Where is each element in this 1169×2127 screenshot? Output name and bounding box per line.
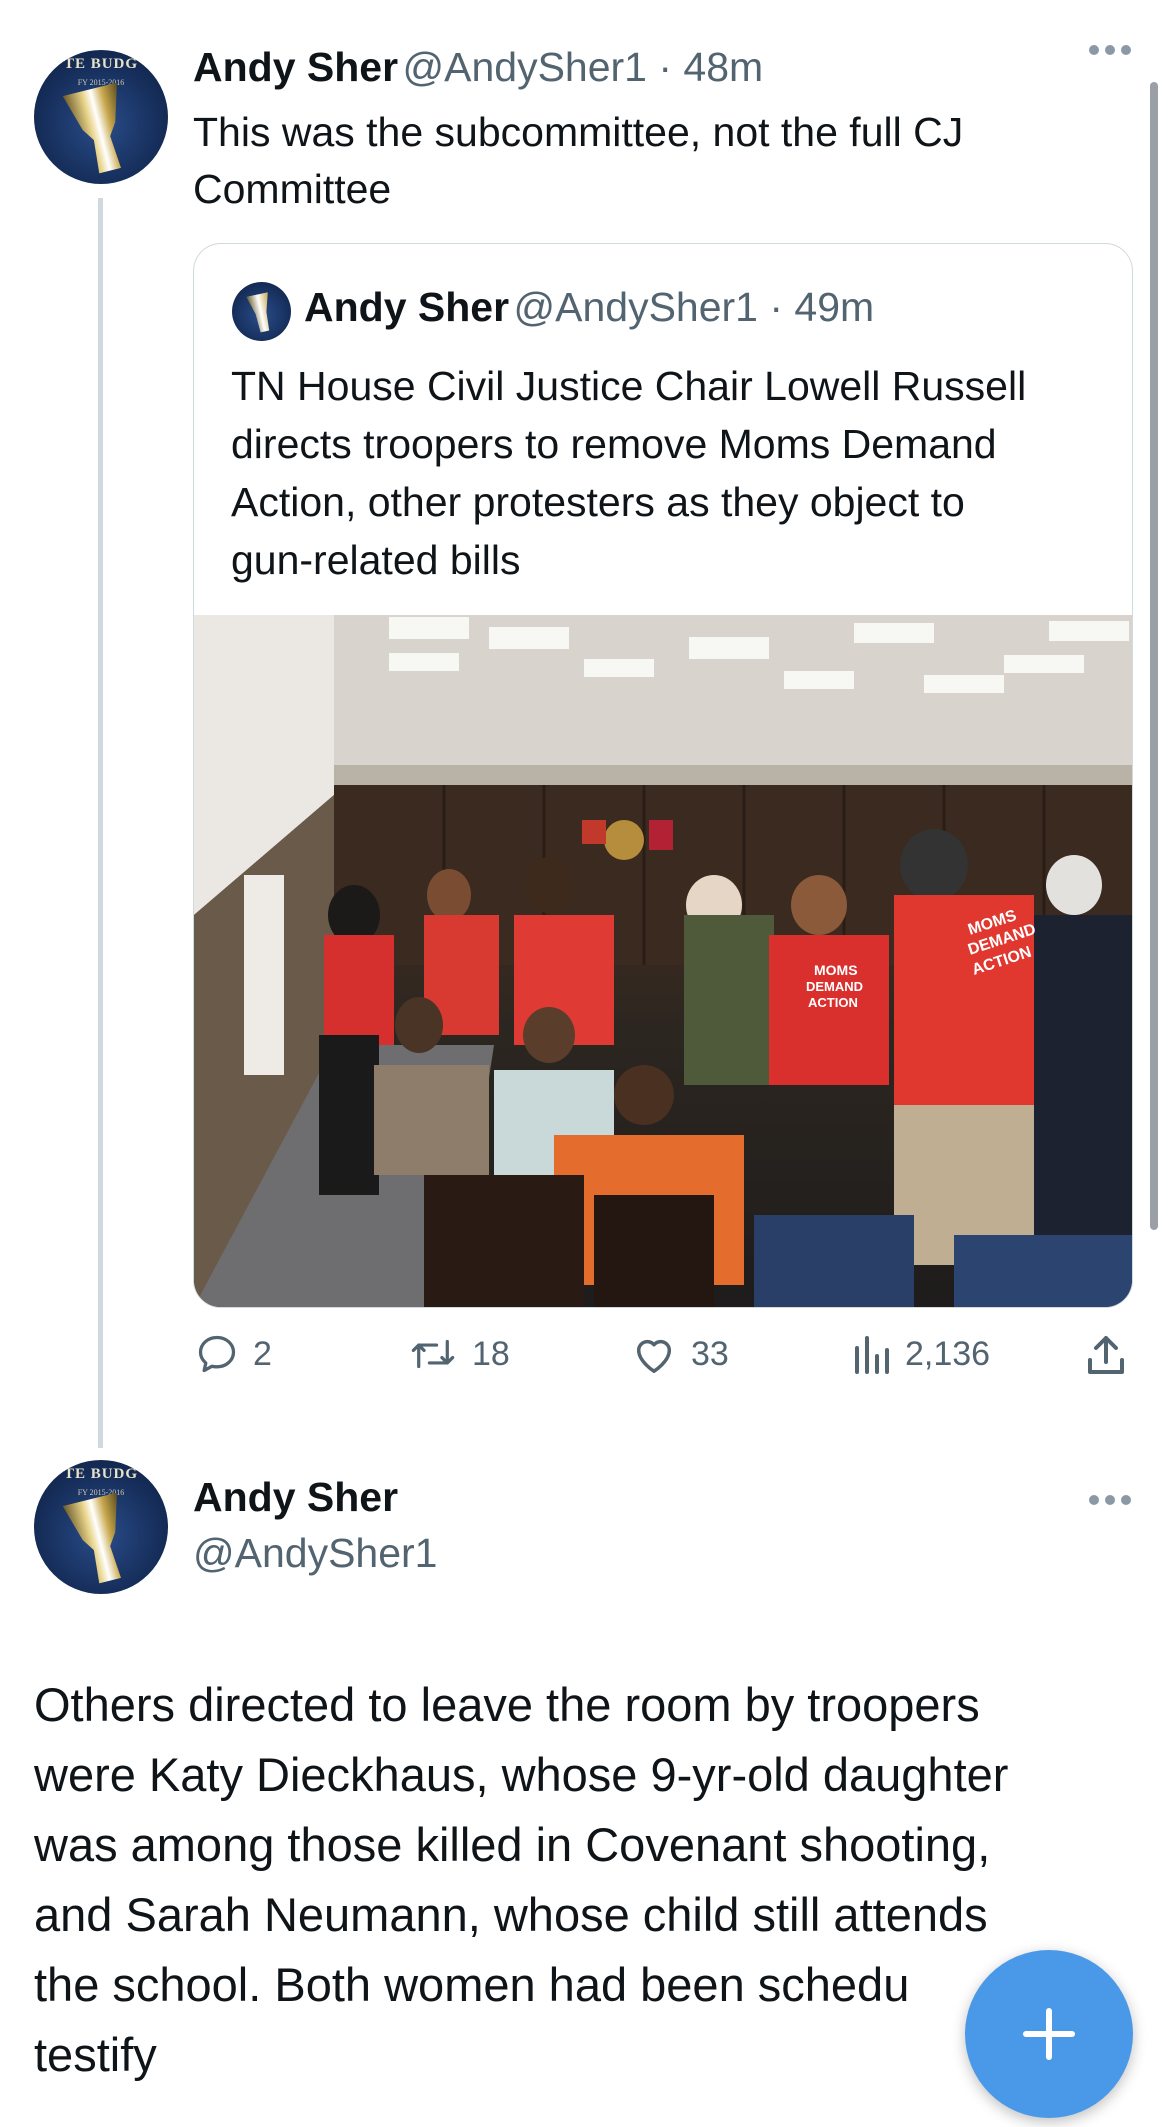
tweet-text-line: Others directed to leave the room by tro…: [34, 1678, 980, 1731]
tweet-text-line: Committee: [193, 166, 392, 212]
quoted-text-line: directs troopers to remove Moms Demand: [231, 421, 997, 467]
author-avatar[interactable]: TE BUDG FY 2015-2016: [34, 1460, 168, 1594]
share-button[interactable]: [1084, 1332, 1128, 1378]
like-count: 33: [691, 1334, 729, 1373]
plus-icon: [1023, 2008, 1075, 2060]
reply-icon: [195, 1332, 239, 1376]
trophy-image: [63, 1492, 138, 1587]
quoted-tweet-text: TN House Civil Justice Chair Lowell Russ…: [231, 357, 1111, 589]
scrollbar[interactable]: [1150, 82, 1158, 1230]
photo-illustration: MOMS DEMAND ACTION MOMS DEMAND ACTION: [194, 615, 1132, 1307]
tweet-text-line: This was the subcommittee, not the full …: [193, 109, 964, 155]
tweet-text-line: were Katy Dieckhaus, whose 9-yr-old daug…: [34, 1748, 1009, 1801]
author-handle[interactable]: @AndySher1: [193, 1530, 437, 1577]
compose-button[interactable]: [965, 1950, 1133, 2118]
avatar-logo-text: TE BUDG: [63, 56, 139, 72]
tweet-header: Andy Sher @AndySher1 · 48m: [193, 44, 763, 91]
retweet-count: 18: [472, 1334, 510, 1373]
tweet-text-line: and Sarah Neumann, whose child still att…: [34, 1888, 988, 1941]
trophy-image: [63, 82, 138, 177]
separator-dot: ·: [646, 44, 684, 90]
shirt-text: DEMAND: [806, 979, 863, 994]
author-handle[interactable]: @AndySher1: [403, 44, 647, 90]
tweet-text-line: was among those killed in Covenant shoot…: [34, 1818, 991, 1871]
views-button[interactable]: 2,136: [851, 1332, 990, 1376]
quoted-author-name: Andy Sher: [304, 284, 510, 330]
shirt-text: ACTION: [808, 995, 858, 1010]
shirt-text: MOMS: [814, 962, 858, 978]
heart-icon: [631, 1332, 677, 1376]
trophy-image: [246, 292, 275, 334]
like-button[interactable]: 33: [631, 1332, 729, 1376]
quoted-text-line: gun-related bills: [231, 537, 521, 583]
more-dots-icon[interactable]: [1088, 1492, 1132, 1508]
views-count: 2,136: [905, 1334, 991, 1373]
tweet-photo[interactable]: MOMS DEMAND ACTION MOMS DEMAND ACTION: [194, 615, 1132, 1307]
reply-button[interactable]: 2: [195, 1332, 272, 1376]
views-icon: [851, 1332, 891, 1376]
tweet-time[interactable]: 48m: [683, 44, 763, 90]
quoted-author-handle: @AndySher1: [513, 284, 758, 330]
avatar-logo-text: TE BUDG: [63, 1466, 139, 1482]
quoted-tweet-card[interactable]: Andy Sher @AndySher1 · 49m TN House Civi…: [193, 243, 1133, 1308]
tweet-text: This was the subcommittee, not the full …: [193, 104, 1093, 218]
author-name[interactable]: Andy Sher: [193, 1474, 398, 1521]
thread-connector-line: [98, 198, 103, 1448]
quoted-author-avatar: [232, 282, 291, 341]
quoted-tweet-time: 49m: [794, 284, 875, 330]
more-dots-icon[interactable]: [1088, 42, 1132, 58]
author-avatar[interactable]: TE BUDG FY 2015-2016: [34, 50, 168, 184]
avatar-logo-subtext: FY 2015-2016: [77, 1488, 125, 1497]
separator-dot: ·: [757, 284, 795, 330]
quoted-tweet-header: Andy Sher @AndySher1 · 49m: [304, 284, 874, 331]
retweet-button[interactable]: 18: [408, 1332, 510, 1376]
quoted-text-line: Action, other protesters as they object …: [231, 479, 965, 525]
author-name[interactable]: Andy Sher: [193, 44, 398, 90]
quoted-text-line: TN House Civil Justice Chair Lowell Russ…: [231, 363, 1027, 409]
retweet-icon: [408, 1332, 458, 1376]
share-icon: [1084, 1332, 1128, 1378]
avatar-logo-subtext: FY 2015-2016: [77, 78, 125, 87]
reply-count: 2: [253, 1334, 272, 1373]
